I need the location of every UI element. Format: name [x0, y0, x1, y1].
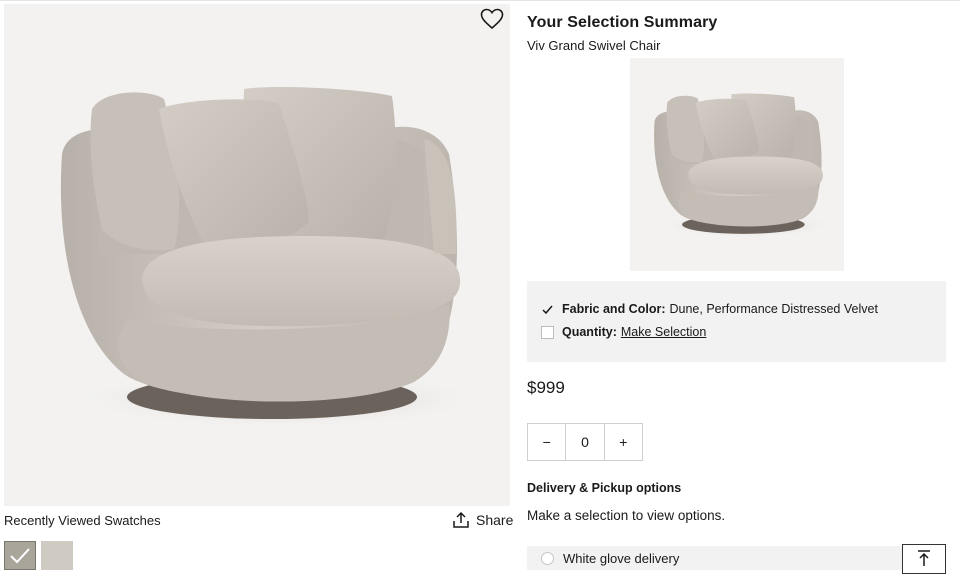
swivel-chair-illustration [60, 86, 489, 429]
delivery-option-label: White glove delivery [563, 550, 680, 566]
decrement-button[interactable]: − [528, 424, 565, 460]
summary-title: Your Selection Summary [527, 14, 718, 31]
swivel-chair-thumbnail [654, 93, 836, 239]
empty-checkbox-icon [541, 325, 554, 339]
selection-checklist: Fabric and Color: Dune, Performance Dist… [527, 281, 946, 362]
fabric-label: Fabric and Color: [562, 302, 666, 316]
swatch-light[interactable] [41, 541, 73, 570]
delivery-note: Make a selection to view options. [527, 508, 726, 523]
product-thumbnail [630, 58, 844, 271]
radio-icon[interactable] [541, 551, 554, 565]
share-label: Share [476, 512, 514, 528]
heart-outline-icon [480, 8, 504, 30]
quantity-stepper: − 0 + [527, 423, 643, 461]
fabric-value: Dune, Performance Distressed Velvet [669, 302, 878, 316]
favorite-button[interactable] [478, 6, 506, 32]
price: $999 [527, 378, 565, 397]
product-image[interactable] [4, 4, 510, 506]
recently-viewed-label: Recently Viewed Swatches [4, 513, 161, 528]
checkmark-icon [10, 548, 30, 564]
delivery-heading: Delivery & Pickup options [527, 481, 682, 495]
arrow-up-to-top-icon [918, 550, 930, 566]
quantity-label: Quantity: [562, 325, 617, 339]
top-divider [0, 0, 960, 1]
quantity-value[interactable]: 0 [565, 424, 605, 460]
make-selection-link[interactable]: Make Selection [621, 325, 706, 339]
product-name: Viv Grand Swivel Chair [527, 38, 661, 53]
swatch-dune-selected[interactable] [4, 541, 36, 570]
share-button[interactable]: Share [452, 511, 513, 529]
fabric-row: Fabric and Color: Dune, Performance Dist… [541, 302, 878, 316]
share-upload-icon [453, 511, 469, 528]
increment-button[interactable]: + [605, 424, 642, 460]
white-glove-delivery-option[interactable]: White glove delivery [527, 546, 902, 570]
quantity-row: Quantity: Make Selection [541, 325, 706, 339]
checkmark-icon [541, 303, 554, 316]
